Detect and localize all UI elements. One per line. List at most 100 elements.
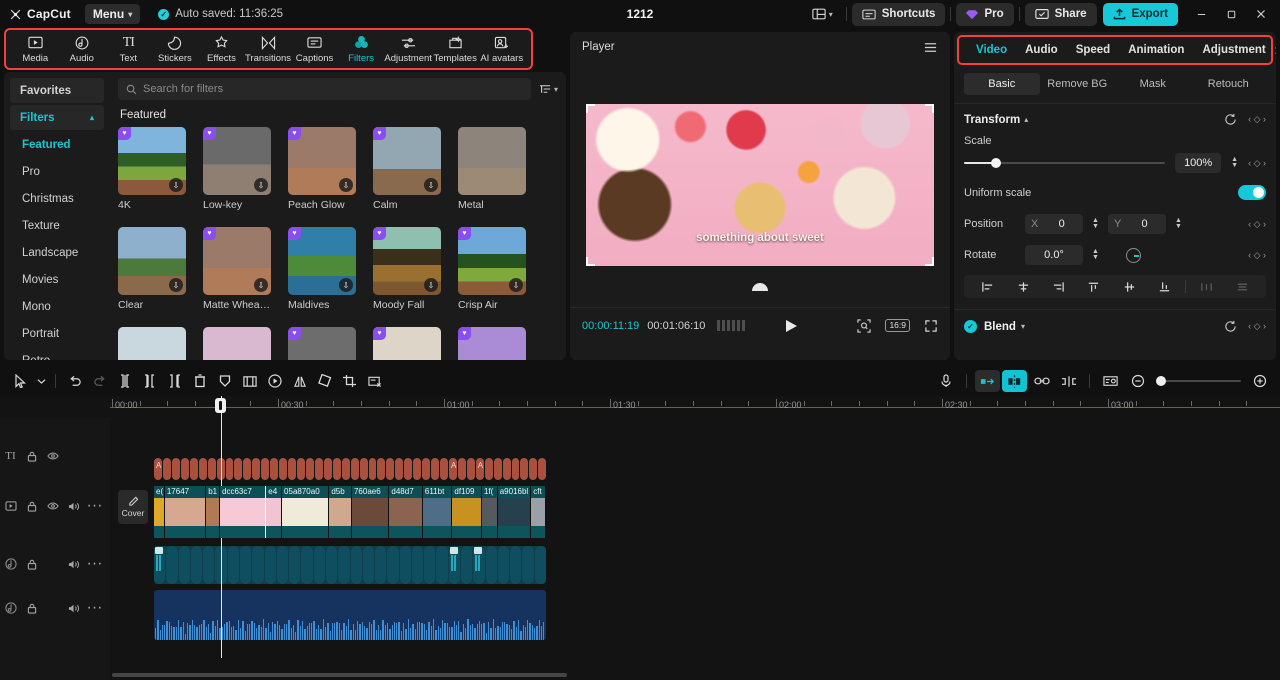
nav-item-transitions[interactable]: Transitions [245,30,292,68]
more-icon[interactable]: ··· [84,599,105,617]
stepper-icon[interactable]: ▲ ▼ [1092,217,1099,230]
filter-category-christmas[interactable]: Christmas [10,186,104,211]
rotate-value[interactable]: 0.0° [1025,245,1083,265]
position-x-field[interactable]: X 0 [1025,214,1083,234]
download-icon[interactable]: ⇩ [509,278,523,292]
audio-clip-segment[interactable] [375,546,387,584]
tab-animation[interactable]: Animation [1119,44,1193,56]
audio-clip-segment[interactable] [289,546,301,584]
volume-icon[interactable] [63,559,84,570]
download-icon[interactable]: ⇩ [254,178,268,192]
text-clip[interactable]: A [475,458,484,480]
keyframe-diamond-icon[interactable]: ‹ ◇ › [1248,158,1266,169]
timeline-tracks[interactable]: Cover A A A e(17647 b1 dcc63c7 e4 05a870a0 d5b 7… [110,396,1280,680]
audio-clip-segment[interactable] [473,546,485,584]
freeze-frame-icon[interactable] [237,370,262,392]
audio-clip-segment[interactable] [448,546,461,584]
filter-category-favorites[interactable]: Favorites [10,78,104,103]
chevron-down-icon[interactable] [33,370,49,392]
filter-thumbnail[interactable] [458,127,526,195]
nav-item-text[interactable]: TI Text [105,30,152,68]
rotate-icon[interactable] [312,370,337,392]
subtab-basic[interactable]: Basic [964,73,1040,95]
align-top-icon[interactable] [1076,281,1111,293]
reverse-icon[interactable] [262,370,287,392]
audio-clip-segment[interactable] [178,546,190,584]
play-icon[interactable] [785,319,798,333]
delete-icon[interactable] [187,370,212,392]
filter-tile[interactable] [118,327,186,360]
filter-thumbnail[interactable]: ♥ ⇩ [373,127,441,195]
align-center-horizontal-icon[interactable] [1005,281,1040,293]
uniform-scale-toggle[interactable] [1238,185,1266,200]
chevron-up-icon[interactable]: ▴ [1024,115,1028,124]
audio-clip-segment[interactable] [276,546,289,584]
select-arrow-icon[interactable] [8,370,33,392]
subtab-remove-bg[interactable]: Remove BG [1040,73,1116,95]
filter-tile[interactable] [203,327,271,360]
text-clip[interactable] [279,458,288,480]
audio-clip-segment[interactable] [510,546,522,584]
eye-icon[interactable] [42,501,63,511]
filter-thumbnail[interactable]: ♥ [288,327,356,360]
chevron-down-icon[interactable]: ▾ [1021,322,1025,331]
audio-clip-segment[interactable] [338,546,350,584]
filter-category-movies[interactable]: Movies [10,267,104,292]
audio-clip-segment[interactable] [252,546,264,584]
filter-tile[interactable]: ♥ ⇩ Low-key [203,127,271,211]
text-clip[interactable] [368,458,377,480]
text-clip[interactable] [502,458,511,480]
text-clip[interactable] [198,458,207,480]
text-clip[interactable] [243,458,252,480]
filter-thumbnail[interactable]: ♥ ⇩ [118,127,186,195]
pro-button[interactable]: Pro [956,2,1014,26]
download-icon[interactable]: ⇩ [169,178,183,192]
slider-knob[interactable] [991,158,1002,168]
scale-slider[interactable] [964,158,1166,168]
reset-icon[interactable] [1224,320,1237,333]
trim-left-icon[interactable] [137,370,162,392]
audio-clip-segment[interactable] [362,546,375,584]
filter-thumbnail[interactable]: ♥ ⇩ [288,227,356,295]
volume-icon[interactable] [63,501,84,512]
filter-thumbnail[interactable] [203,327,271,360]
text-clip[interactable] [431,458,439,480]
text-clip[interactable] [305,458,314,480]
lock-icon[interactable] [21,603,42,614]
text-clip[interactable] [225,458,234,480]
text-clip[interactable] [171,458,180,480]
share-button[interactable]: Share [1024,2,1097,26]
video-track-clips[interactable]: e(17647 b1 dcc63c7 e4 05a870a0 d5b 760ae6 d48d7… [154,486,546,538]
filter-thumbnail[interactable]: ♥ ⇩ [203,227,271,295]
keyframe-diamond-icon[interactable]: ‹ ◇ › [1248,321,1266,332]
playhead-handle[interactable] [215,398,226,413]
stepper-icon[interactable]: ▲ ▼ [1231,156,1238,169]
audio-clip-segment[interactable] [485,546,497,584]
keyframe-diamond-icon[interactable]: ‹ ◇ › [1248,114,1266,125]
audio-clip-segment[interactable] [522,546,534,584]
audio-clip-segment[interactable] [411,546,424,584]
nav-item-templates[interactable]: Templates [432,30,479,68]
video-clip[interactable]: b1 [206,486,220,538]
text-clip[interactable] [413,458,422,480]
filter-category-filters[interactable]: Filters ▴ [10,105,104,130]
text-clip[interactable] [493,458,502,480]
position-y-field[interactable]: Y 0 [1107,214,1166,234]
video-clip[interactable]: df109 [452,486,482,538]
cover-button[interactable]: Cover [118,490,148,524]
crop-icon[interactable] [337,370,362,392]
lock-icon[interactable] [21,559,42,570]
filter-tile[interactable]: ♥ ⇩ Crisp Air [458,227,526,311]
video-clip[interactable]: cft [531,486,546,538]
filter-tile[interactable]: Metal [458,127,526,211]
download-icon[interactable]: ⇩ [339,178,353,192]
align-left-icon[interactable] [970,281,1005,293]
text-clip[interactable] [270,458,279,480]
keyframe-diamond-icon[interactable]: ‹ ◇ › [1248,219,1266,230]
audio-clip-segment[interactable] [313,546,325,584]
download-icon[interactable]: ⇩ [424,178,438,192]
filter-category-mono[interactable]: Mono [10,294,104,319]
frame-handle-tl[interactable] [586,103,595,113]
nav-item-captions[interactable]: Captions [291,30,338,68]
audio-track-1[interactable] [154,546,546,584]
